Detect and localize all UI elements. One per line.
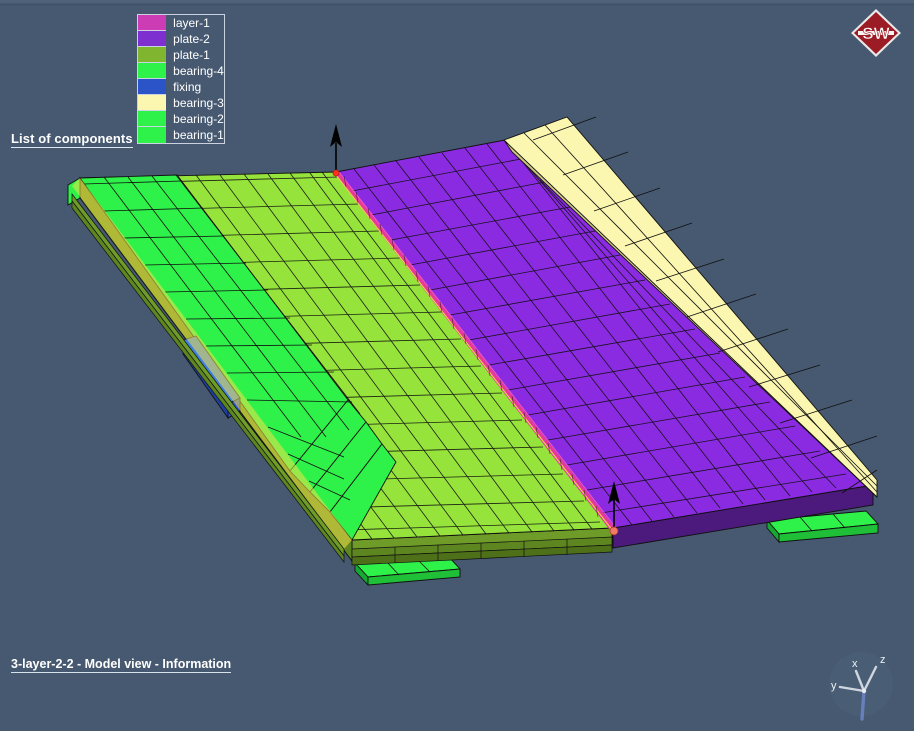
legend-swatch-bearing-4 bbox=[138, 63, 167, 79]
legend-swatch-plate-1 bbox=[138, 47, 167, 63]
legend-item-bearing-2[interactable]: bearing-2 bbox=[138, 111, 224, 127]
legend-label-bearing-1: bearing-1 bbox=[173, 128, 224, 142]
legend-swatch-layer-1 bbox=[138, 15, 167, 31]
legend-label-plate-2: plate-2 bbox=[173, 32, 210, 46]
swa-logo-text: SW bbox=[862, 24, 890, 43]
legend-swatch-bearing-1 bbox=[138, 127, 167, 143]
legend-swatch-plate-2 bbox=[138, 31, 167, 47]
legend-item-plate-2[interactable]: plate-2 bbox=[138, 31, 224, 47]
legend-swatch-bearing-2 bbox=[138, 111, 167, 127]
legend-label-bearing-2: bearing-2 bbox=[173, 112, 224, 126]
legend-item-layer-1[interactable]: layer-1 bbox=[138, 15, 224, 31]
legend-swatch-fixing bbox=[138, 79, 167, 95]
legend-swatch-bearing-3 bbox=[138, 95, 167, 111]
legend-item-bearing-1[interactable]: bearing-1 bbox=[138, 127, 224, 143]
legend-label-plate-1: plate-1 bbox=[173, 48, 210, 62]
legend-title: List of components bbox=[11, 131, 133, 148]
legend-item-bearing-4[interactable]: bearing-4 bbox=[138, 63, 224, 79]
legend-label-fixing: fixing bbox=[173, 80, 202, 94]
components-legend: List of components layer-1 plate-2 plate… bbox=[11, 9, 225, 148]
legend-item-bearing-3[interactable]: bearing-3 bbox=[138, 95, 224, 111]
load-arrow-top bbox=[330, 124, 342, 177]
legend-label-layer-1: layer-1 bbox=[173, 16, 210, 30]
legend-items-list[interactable]: layer-1 plate-2 plate-1 bearing-4 fixing bbox=[137, 14, 225, 144]
legend-item-plate-1[interactable]: plate-1 bbox=[138, 47, 224, 63]
swa-logo[interactable]: SW bbox=[848, 6, 904, 60]
axis-label-y: y bbox=[831, 680, 837, 692]
status-information-line: 3-layer-2-2 - Model view - Information bbox=[11, 657, 232, 673]
legend-label-bearing-4: bearing-4 bbox=[173, 64, 224, 78]
axis-label-x: x bbox=[852, 658, 858, 670]
legend-item-fixing[interactable]: fixing bbox=[138, 79, 224, 95]
model-viewer-window: List of components layer-1 plate-2 plate… bbox=[0, 0, 914, 731]
axis-triad-widget[interactable]: z x y bbox=[818, 643, 904, 725]
legend-label-bearing-3: bearing-3 bbox=[173, 96, 224, 110]
axis-label-z: z bbox=[880, 654, 886, 666]
